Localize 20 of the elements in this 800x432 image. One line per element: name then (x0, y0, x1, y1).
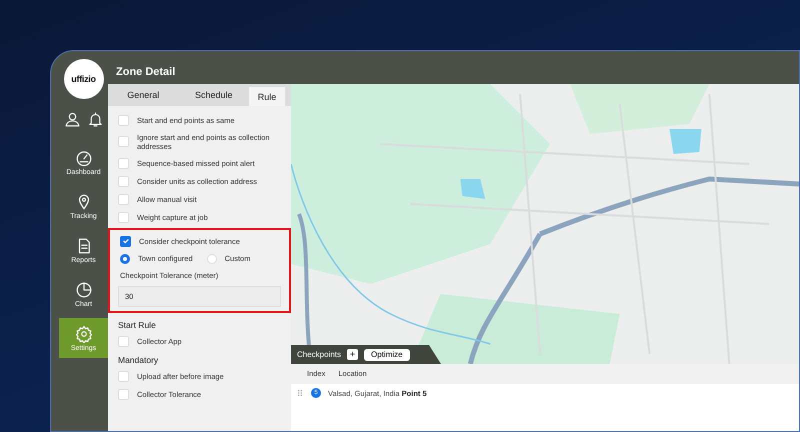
optimize-button[interactable]: Optimize (364, 348, 410, 360)
bell-icon (86, 111, 104, 128)
gauge-icon (74, 148, 92, 166)
tab[interactable]: General (108, 84, 178, 106)
add-button[interactable]: + (347, 349, 358, 360)
check-icon (122, 237, 130, 245)
logo-text: uffizio (71, 74, 96, 84)
section-title: Start Rule (117, 319, 157, 332)
panel-title: Zone Detail (115, 66, 176, 78)
tab[interactable]: Rule (249, 87, 285, 106)
tab[interactable]: Schedule (178, 84, 249, 106)
pie-chart-icon (74, 280, 92, 298)
logo[interactable]: uffizio (64, 59, 104, 99)
user-icon (64, 111, 80, 128)
checkbox[interactable] (120, 236, 131, 246)
settings-icon (74, 324, 92, 342)
radio-button[interactable] (120, 254, 130, 264)
drag-handle-icon (296, 388, 304, 398)
section-title: Mandatory (117, 354, 160, 367)
checkpoints-title: Checkpoints (297, 350, 342, 359)
